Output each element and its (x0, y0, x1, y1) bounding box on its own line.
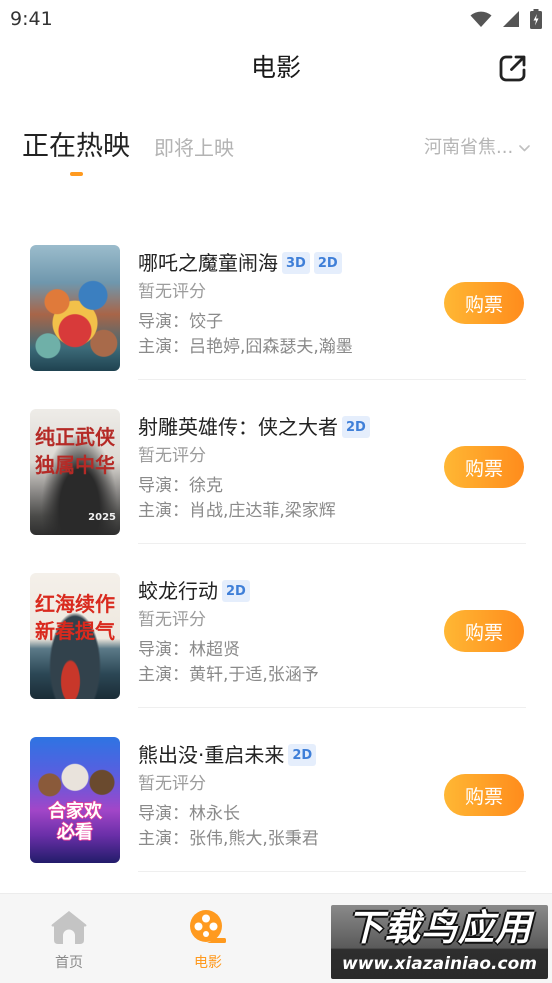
nav-item-home[interactable]: 首页 (0, 894, 138, 983)
buy-ticket-button[interactable]: 购票 (444, 774, 524, 816)
format-badge: 2D (313, 252, 342, 274)
movie-poster[interactable]: 红海续作 新春提气 (30, 573, 120, 699)
movie-cast: 主演：吕艳婷,囧森瑟夫,瀚墨 (138, 337, 353, 357)
buy-ticket-button[interactable]: 购票 (444, 610, 524, 652)
movie-poster[interactable]: 合家欢 必看 (30, 737, 120, 863)
movie-title: 射雕英雄传：侠之大者 (138, 415, 338, 439)
movie-rating: 暂无评分 (138, 610, 206, 630)
movie-poster[interactable] (30, 245, 120, 371)
movie-title-row: 蛟龙行动 2D (138, 579, 250, 603)
watermark-name: 下载鸟应用 (346, 908, 532, 949)
wifi-icon (470, 11, 492, 27)
divider (138, 543, 526, 544)
format-badge: 2D (342, 416, 370, 438)
movie-rating: 暂无评分 (138, 282, 206, 302)
movie-title: 蛟龙行动 (138, 579, 218, 603)
tab-now-showing[interactable]: 正在热映 (22, 129, 130, 165)
status-icons (470, 8, 542, 30)
poster-slogan: 合家欢 (48, 801, 102, 822)
film-icon (190, 910, 226, 943)
poster-year: 2025 (88, 512, 116, 523)
poster-slogan: 独属中华 (35, 453, 115, 477)
status-time: 9:41 (10, 8, 53, 30)
movie-list-item[interactable]: 纯正武侠 独属中华 2025 射雕英雄传：侠之大者 2D 暂无评分 导演：徐克 … (0, 401, 552, 565)
tab-indicator (70, 172, 83, 176)
movie-title-row: 哪吒之魔童闹海 3D 2D (138, 251, 342, 275)
watermark-logo: 下载鸟应用 www.xiazainiao.com (331, 905, 548, 979)
format-badge: 2D (288, 744, 317, 766)
battery-icon (530, 9, 542, 29)
movie-rating: 暂无评分 (138, 446, 206, 466)
nav-label: 首页 (55, 955, 83, 971)
location-selector[interactable]: 河南省焦... (424, 136, 530, 160)
movie-director: 导演：林永长 (138, 804, 240, 824)
tab-coming-soon[interactable]: 即将上映 (154, 135, 234, 161)
poster-slogan: 红海续作 (35, 592, 115, 616)
movie-poster[interactable]: 纯正武侠 独属中华 2025 (30, 409, 120, 535)
poster-slogan: 新春提气 (35, 619, 115, 643)
movie-list-item[interactable]: 合家欢 必看 熊出没·重启未来 2D 暂无评分 导演：林永长 主演：张伟,熊大,… (0, 729, 552, 893)
buy-ticket-button[interactable]: 购票 (444, 282, 524, 324)
signal-icon (503, 11, 519, 27)
movie-director: 导演：饺子 (138, 312, 223, 332)
nav-label: 电影 (194, 955, 222, 971)
movie-rating: 暂无评分 (138, 774, 206, 794)
poster-slogan: 纯正武侠 (35, 425, 115, 449)
chevron-down-icon (519, 144, 530, 151)
location-label: 河南省焦... (424, 137, 514, 158)
movie-cast: 主演：肖战,庄达菲,梁家辉 (138, 501, 336, 521)
movie-list-item[interactable]: 红海续作 新春提气 蛟龙行动 2D 暂无评分 导演：林超贤 主演：黄轩,于适,张… (0, 565, 552, 729)
nav-item-movies[interactable]: 电影 (139, 894, 277, 983)
divider (138, 379, 526, 380)
movie-director: 导演：林超贤 (138, 640, 240, 660)
movie-title-row: 熊出没·重启未来 2D (138, 743, 317, 767)
buy-ticket-button[interactable]: 购票 (444, 446, 524, 488)
format-badge: 3D (282, 252, 310, 274)
watermark-url: www.xiazainiao.com (342, 954, 537, 974)
movie-director: 导演：徐克 (138, 476, 223, 496)
page-title: 电影 (250, 53, 301, 82)
share-button[interactable] (498, 53, 528, 83)
movie-cast: 主演：黄轩,于适,张涵予 (138, 665, 319, 685)
divider (138, 707, 526, 708)
divider (138, 871, 526, 872)
share-icon (499, 55, 526, 82)
movie-title-row: 射雕英雄传：侠之大者 2D (138, 415, 370, 439)
home-icon (51, 911, 87, 944)
poster-slogan: 必看 (57, 822, 93, 843)
movie-title: 熊出没·重启未来 (138, 743, 285, 767)
movie-title: 哪吒之魔童闹海 (138, 251, 278, 275)
movie-list-item[interactable]: 哪吒之魔童闹海 3D 2D 暂无评分 导演：饺子 主演：吕艳婷,囧森瑟夫,瀚墨 … (0, 237, 552, 401)
format-badge: 2D (222, 580, 250, 602)
movie-cast: 主演：张伟,熊大,张秉君 (138, 829, 319, 849)
